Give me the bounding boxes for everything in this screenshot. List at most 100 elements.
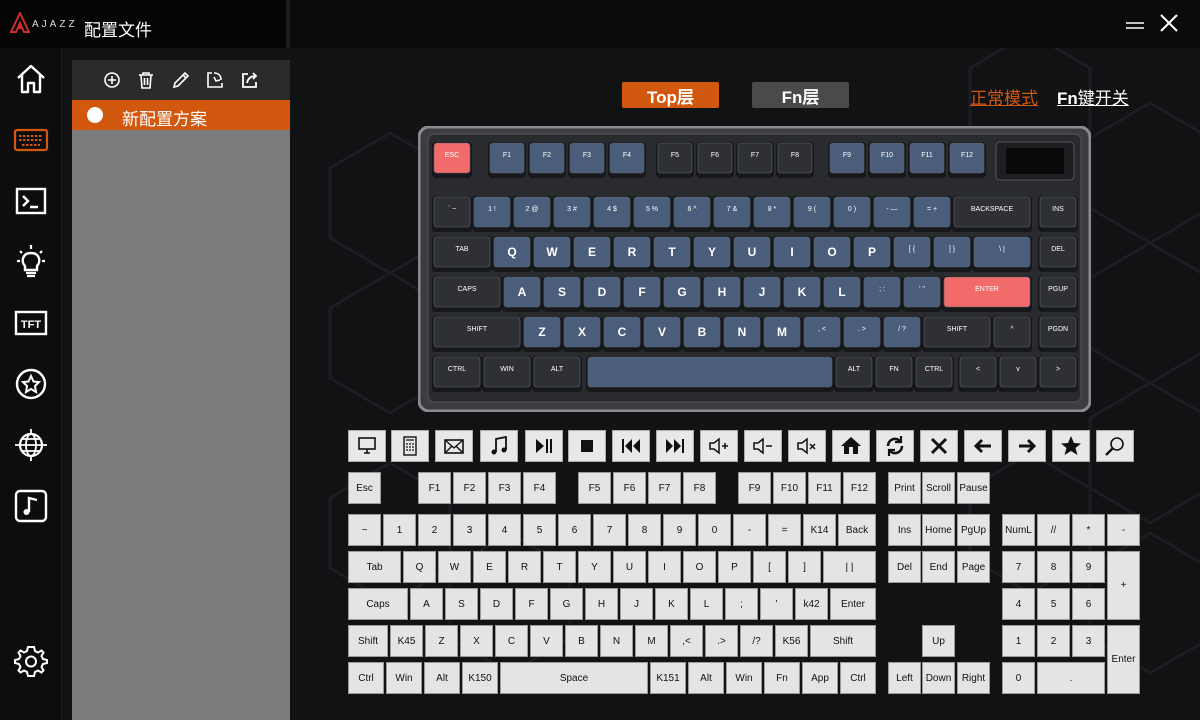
vkey-ctrl-4[interactable]: Space (500, 662, 648, 694)
vkey-shift-6[interactable]: B (565, 625, 598, 657)
vkey-shift-14[interactable]: Up (922, 625, 955, 657)
delete-profile-button[interactable] (136, 70, 156, 90)
vkey-caps-5[interactable]: G (550, 588, 583, 620)
vkey-num-12[interactable]: = (768, 514, 801, 546)
render-key-r4-7[interactable]: M (762, 316, 802, 352)
vkey-caps-15[interactable]: 5 (1037, 588, 1070, 620)
render-key-r3-8[interactable]: K (782, 276, 822, 312)
nav-network[interactable] (8, 422, 54, 468)
vkey-print[interactable]: Print (888, 472, 921, 504)
vkey-caps-10[interactable]: ; (725, 588, 758, 620)
vkey-tab-4[interactable]: R (508, 551, 541, 583)
vkey-tab-9[interactable]: O (683, 551, 716, 583)
render-key-r2-7[interactable]: U (732, 236, 772, 272)
add-profile-button[interactable] (102, 70, 122, 90)
vkey-tab-3[interactable]: E (473, 551, 506, 583)
render-key-r1-2[interactable]: 2 @ (512, 196, 552, 232)
volume-down-button[interactable] (744, 430, 782, 462)
vkey-ctrl-2[interactable]: Alt (424, 662, 460, 694)
render-key-r1-13[interactable]: BACKSPACE (952, 196, 1032, 232)
volume-up-button[interactable] (700, 430, 738, 462)
render-key-r2-0[interactable]: TAB (432, 236, 492, 272)
arrow-right-button[interactable] (1008, 430, 1046, 462)
vkey-num-14[interactable]: Back (838, 514, 876, 546)
vkey-tab-1[interactable]: Q (403, 551, 436, 583)
favorite-star-button[interactable] (1052, 430, 1090, 462)
fn-key-switch-link[interactable]: Fn键开关 (1057, 84, 1129, 109)
monitor-button[interactable] (348, 430, 386, 462)
render-key-r3-11[interactable]: ' " (902, 276, 942, 312)
render-key-r2-11[interactable]: [ { (892, 236, 932, 272)
render-key-f12[interactable]: F12 (948, 142, 986, 178)
vkey-tab-6[interactable]: Y (578, 551, 611, 583)
render-key-f1[interactable]: F1 (488, 142, 526, 178)
vkey-tab-20[interactable]: + (1107, 551, 1140, 620)
vkey-tab-19[interactable]: 9 (1072, 551, 1105, 583)
close-x-button[interactable] (920, 430, 958, 462)
vkey-tab-7[interactable]: U (613, 551, 646, 583)
nav-home[interactable] (8, 56, 54, 102)
nav-settings[interactable] (8, 638, 54, 684)
nav-tft[interactable]: TFT (8, 300, 54, 346)
vkey-shift-16[interactable]: 2 (1037, 625, 1070, 657)
render-key-r2-1[interactable]: Q (492, 236, 532, 272)
vkey-f10[interactable]: F10 (773, 472, 806, 504)
edit-profile-button[interactable] (171, 70, 191, 90)
vkey-caps-4[interactable]: F (515, 588, 548, 620)
vkey-ctrl-6[interactable]: Alt (688, 662, 724, 694)
render-key-r1-9[interactable]: 9 ( (792, 196, 832, 232)
vkey-num-20[interactable]: * (1072, 514, 1105, 546)
render-key-r4-12[interactable]: ^ (992, 316, 1032, 352)
vkey-f9[interactable]: F9 (738, 472, 771, 504)
render-key-f8[interactable]: F8 (776, 142, 814, 178)
render-key-r3-4[interactable]: F (622, 276, 662, 312)
vkey-tab-13[interactable]: | | (823, 551, 876, 583)
render-key-r2-6[interactable]: Y (692, 236, 732, 272)
vkey-esc[interactable]: Esc (348, 472, 381, 504)
vkey-tab-16[interactable]: Page (957, 551, 990, 583)
render-key-r3-5[interactable]: G (662, 276, 702, 312)
render-key-r2-3[interactable]: E (572, 236, 612, 272)
mute-button[interactable] (788, 430, 826, 462)
vkey-num-11[interactable]: - (733, 514, 766, 546)
vkey-shift-13[interactable]: Shift (810, 625, 876, 657)
vkey-ctrl-15[interactable]: . (1037, 662, 1105, 694)
vkey-ctrl-13[interactable]: Right (957, 662, 990, 694)
import-profile-button[interactable] (205, 70, 225, 90)
vkey-tab-10[interactable]: P (718, 551, 751, 583)
vkey-tab-5[interactable]: T (543, 551, 576, 583)
vkey-caps-7[interactable]: J (620, 588, 653, 620)
vkey-ctrl-0[interactable]: Ctrl (348, 662, 384, 694)
vkey-ctrl-11[interactable]: Left (888, 662, 921, 694)
vkey-caps-14[interactable]: 4 (1002, 588, 1035, 620)
vkey-shift-17[interactable]: 3 (1072, 625, 1105, 657)
vkey-f11[interactable]: F11 (808, 472, 841, 504)
render-key-r2-5[interactable]: T (652, 236, 692, 272)
render-key-r4-8[interactable]: , < (802, 316, 842, 352)
vkey-tab-14[interactable]: Del (888, 551, 921, 583)
music-note-button[interactable] (480, 430, 518, 462)
render-key-r4-11[interactable]: SHIFT (922, 316, 992, 352)
nav-keyboard[interactable] (8, 117, 54, 163)
refresh-button[interactable] (876, 430, 914, 462)
search-button[interactable] (1096, 430, 1134, 462)
vkey-shift-18[interactable]: Enter (1107, 625, 1140, 694)
vkey-ctrl-12[interactable]: Down (922, 662, 955, 694)
vkey-shift-1[interactable]: K45 (390, 625, 423, 657)
render-key-r5-4[interactable]: ALT (834, 356, 874, 392)
vkey-num-9[interactable]: 9 (663, 514, 696, 546)
vkey-caps-9[interactable]: L (690, 588, 723, 620)
vkey-num-1[interactable]: 1 (383, 514, 416, 546)
render-key-r4-4[interactable]: V (642, 316, 682, 352)
vkey-ctrl-10[interactable]: Ctrl (840, 662, 876, 694)
stop-button[interactable] (568, 430, 606, 462)
vkey-shift-0[interactable]: Shift (348, 625, 388, 657)
render-key-r5-9[interactable]: > (1038, 356, 1078, 392)
vkey-f7[interactable]: F7 (648, 472, 681, 504)
vkey-caps-6[interactable]: H (585, 588, 618, 620)
vkey-f12[interactable]: F12 (843, 472, 876, 504)
vkey-f1[interactable]: F1 (418, 472, 451, 504)
render-key-r2-9[interactable]: O (812, 236, 852, 272)
close-button[interactable] (1154, 10, 1184, 38)
vkey-num-3[interactable]: 3 (453, 514, 486, 546)
